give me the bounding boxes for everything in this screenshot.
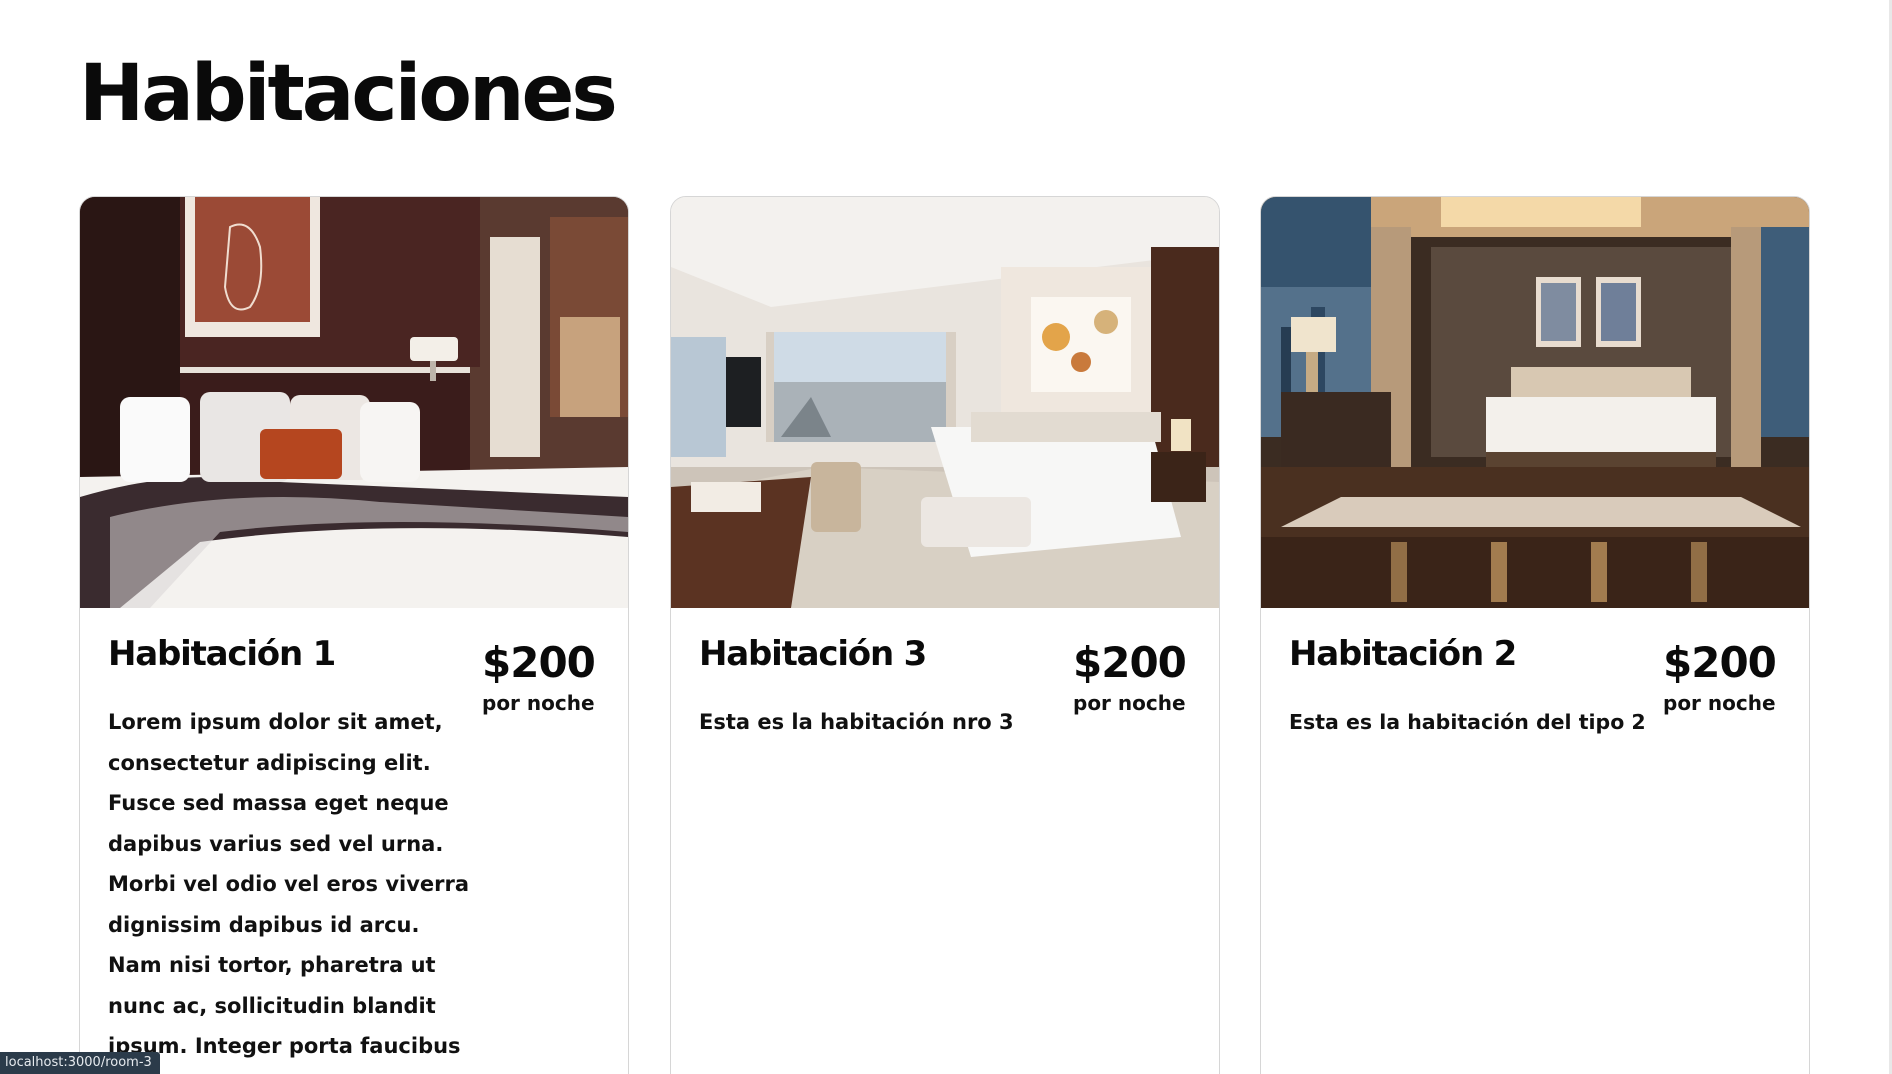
price-block: $200 por noche bbox=[1073, 640, 1191, 716]
room-photo-illustration bbox=[80, 197, 628, 608]
price-unit: por noche bbox=[482, 691, 595, 715]
price-block: $200 por noche bbox=[1663, 640, 1781, 716]
room-photo bbox=[80, 197, 628, 608]
status-bar-url: localhost:3000/room-3 bbox=[0, 1052, 160, 1074]
rooms-page: Habitaciones Habitación 1 $200 por noche… bbox=[0, 0, 1892, 1074]
room-price: $200 bbox=[1663, 638, 1777, 687]
room-description: Esta es la habitación del tipo 2 bbox=[1289, 710, 1646, 734]
room-title: Habitación 3 bbox=[699, 634, 927, 674]
room-photo-illustration bbox=[1261, 197, 1809, 608]
room-card[interactable]: Habitación 3 $200 por noche Esta es la h… bbox=[670, 196, 1220, 1074]
price-unit: por noche bbox=[1663, 691, 1776, 715]
price-unit: por noche bbox=[1073, 691, 1186, 715]
room-price: $200 bbox=[482, 638, 596, 687]
room-card-body: Habitación 2 $200 por noche Esta es la h… bbox=[1261, 608, 1809, 734]
room-price: $200 bbox=[1073, 638, 1187, 687]
room-card[interactable]: Habitación 1 $200 por noche Lorem ipsum … bbox=[79, 196, 629, 1074]
room-photo-illustration bbox=[671, 197, 1219, 608]
room-card[interactable]: Habitación 2 $200 por noche Esta es la h… bbox=[1260, 196, 1810, 1074]
price-block: $200 por noche bbox=[482, 640, 600, 716]
room-photo bbox=[1261, 197, 1809, 608]
room-title: Habitación 1 bbox=[108, 634, 336, 674]
room-description: Esta es la habitación nro 3 bbox=[699, 710, 1014, 734]
room-title: Habitación 2 bbox=[1289, 634, 1517, 674]
page-title: Habitaciones bbox=[79, 49, 618, 139]
room-card-body: Habitación 3 $200 por noche Esta es la h… bbox=[671, 608, 1219, 734]
room-card-list: Habitación 1 $200 por noche Lorem ipsum … bbox=[79, 196, 1810, 1074]
room-card-body: Habitación 1 $200 por noche Lorem ipsum … bbox=[80, 608, 628, 1058]
room-photo bbox=[671, 197, 1219, 608]
room-description: Lorem ipsum dolor sit amet, consectetur … bbox=[108, 710, 470, 1058]
